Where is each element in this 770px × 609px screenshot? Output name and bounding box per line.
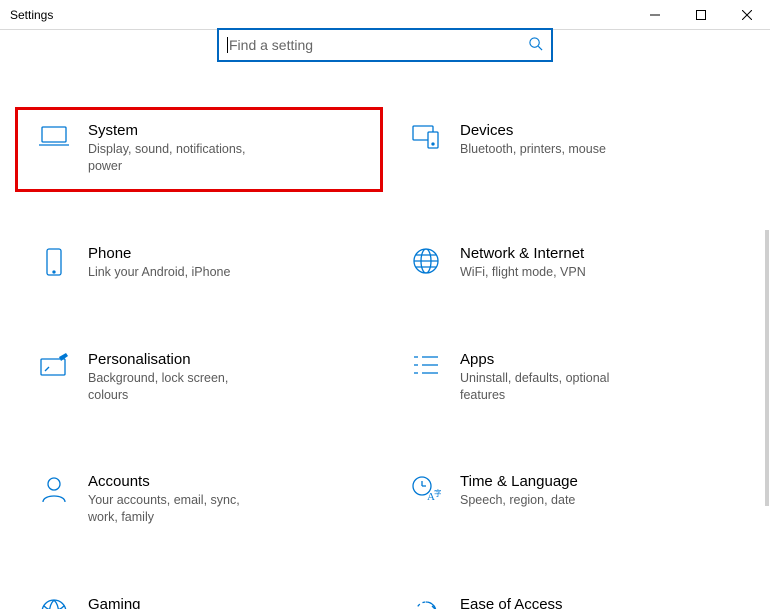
phone-icon bbox=[28, 245, 80, 277]
tile-desc: WiFi, flight mode, VPN bbox=[460, 264, 586, 281]
minimize-icon bbox=[650, 10, 660, 20]
close-icon bbox=[742, 10, 752, 20]
tile-desc: Link your Android, iPhone bbox=[88, 264, 230, 281]
tile-title: Accounts bbox=[88, 473, 263, 490]
devices-icon bbox=[400, 122, 452, 150]
tile-title: Apps bbox=[460, 351, 635, 368]
window-buttons bbox=[632, 0, 770, 30]
tile-desc: Display, sound, notifications, power bbox=[88, 141, 263, 175]
tile-desc: Uninstall, defaults, optional features bbox=[460, 370, 635, 404]
maximize-icon bbox=[696, 10, 706, 20]
tile-personalisation[interactable]: Personalisation Background, lock screen,… bbox=[18, 339, 380, 418]
tile-phone[interactable]: Phone Link your Android, iPhone bbox=[18, 233, 380, 295]
personalisation-icon bbox=[28, 351, 80, 379]
search-box[interactable] bbox=[217, 28, 553, 62]
tile-title: Network & Internet bbox=[460, 245, 586, 262]
accounts-icon bbox=[28, 473, 80, 503]
tile-title: Time & Language bbox=[460, 473, 578, 490]
tile-desc: Your accounts, email, sync, work, family bbox=[88, 492, 263, 526]
scrollbar[interactable] bbox=[765, 230, 769, 506]
titlebar: Settings bbox=[0, 0, 770, 30]
tile-apps[interactable]: Apps Uninstall, defaults, optional featu… bbox=[390, 339, 752, 418]
tile-devices[interactable]: Devices Bluetooth, printers, mouse bbox=[390, 110, 752, 189]
svg-text:字: 字 bbox=[434, 488, 441, 498]
ease-of-access-icon bbox=[400, 596, 452, 609]
search-icon bbox=[528, 36, 543, 54]
tile-title: Personalisation bbox=[88, 351, 263, 368]
search-input[interactable] bbox=[227, 36, 528, 54]
tile-title: System bbox=[88, 122, 263, 139]
tile-title: Devices bbox=[460, 122, 606, 139]
gaming-icon bbox=[28, 596, 80, 609]
network-icon bbox=[400, 245, 452, 275]
close-button[interactable] bbox=[724, 0, 770, 30]
time-language-icon: A字 bbox=[400, 473, 452, 503]
tile-desc: Speech, region, date bbox=[460, 492, 578, 509]
tile-title: Ease of Access bbox=[460, 596, 635, 609]
system-icon bbox=[28, 122, 80, 148]
minimize-button[interactable] bbox=[632, 0, 678, 30]
tile-desc: Bluetooth, printers, mouse bbox=[460, 141, 606, 158]
window-title: Settings bbox=[10, 8, 53, 22]
maximize-button[interactable] bbox=[678, 0, 724, 30]
tile-ease-of-access[interactable]: Ease of Access Narrator, magnifier, high… bbox=[390, 584, 752, 609]
tile-accounts[interactable]: Accounts Your accounts, email, sync, wor… bbox=[18, 461, 380, 540]
tile-gaming[interactable]: Gaming Xbox Game Bar, captures, Game Mod… bbox=[18, 584, 380, 609]
tile-time-language[interactable]: A字 Time & Language Speech, region, date bbox=[390, 461, 752, 540]
search-wrap bbox=[0, 28, 770, 62]
settings-grid: System Display, sound, notifications, po… bbox=[0, 110, 770, 609]
tile-title: Gaming bbox=[88, 596, 263, 609]
tile-network[interactable]: Network & Internet WiFi, flight mode, VP… bbox=[390, 233, 752, 295]
tile-title: Phone bbox=[88, 245, 230, 262]
tile-system[interactable]: System Display, sound, notifications, po… bbox=[15, 107, 383, 192]
tile-desc: Background, lock screen, colours bbox=[88, 370, 263, 404]
apps-icon bbox=[400, 351, 452, 377]
text-caret bbox=[227, 37, 228, 53]
